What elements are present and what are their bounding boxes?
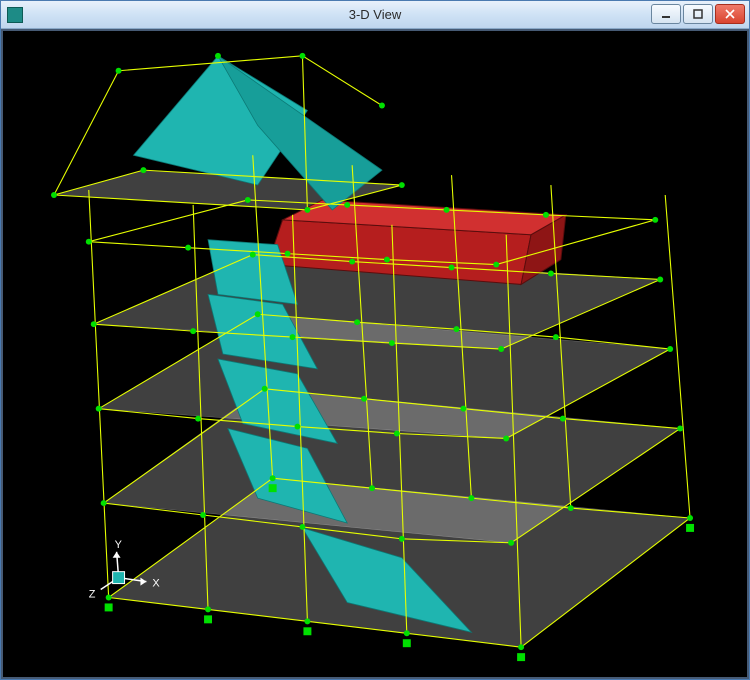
app-icon <box>7 7 23 23</box>
window-controls <box>651 4 745 24</box>
axis-y-label: Y <box>115 539 123 551</box>
close-icon <box>725 9 735 19</box>
model-svg: X Y Z <box>3 31 747 677</box>
titlebar[interactable]: 3-D View <box>1 1 749 29</box>
minimize-button[interactable] <box>651 4 681 24</box>
scene-3d[interactable]: X Y Z <box>3 31 747 677</box>
window-title: 3-D View <box>1 7 749 22</box>
axis-x-label: X <box>152 578 160 590</box>
minimize-icon <box>661 9 671 19</box>
maximize-button[interactable] <box>683 4 713 24</box>
close-button[interactable] <box>715 4 745 24</box>
axis-z-label: Z <box>89 588 96 600</box>
window-frame: 3-D View <box>0 0 750 680</box>
viewport-3d[interactable]: X Y Z <box>1 29 749 679</box>
maximize-icon <box>693 9 703 19</box>
